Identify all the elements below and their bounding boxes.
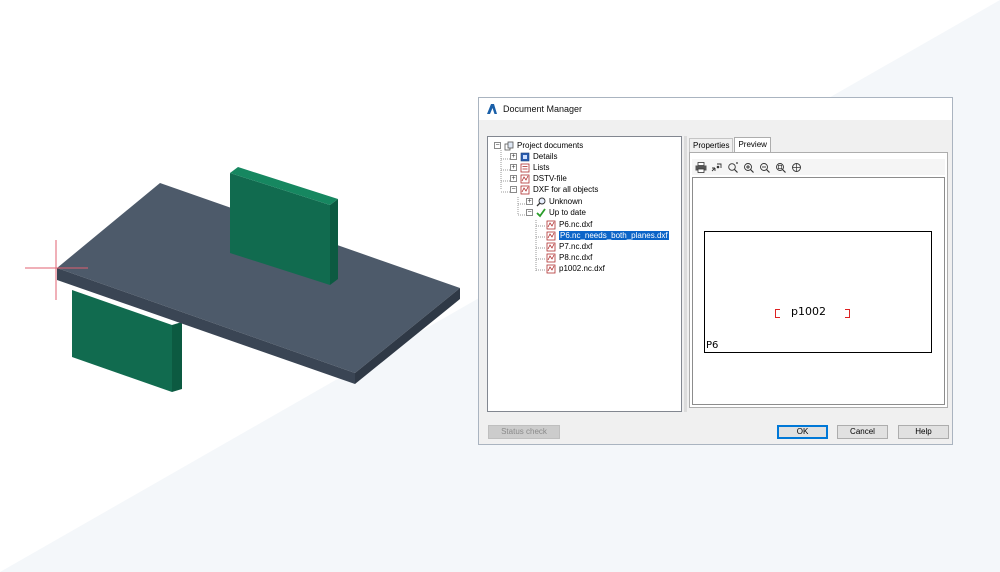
help-button[interactable]: Help: [898, 425, 949, 439]
tree-item-label: Unknown: [549, 197, 583, 206]
dxf-file-icon: [546, 264, 556, 273]
expand-toggle[interactable]: +: [510, 164, 517, 171]
preview-canvas[interactable]: p1002 P6: [692, 177, 945, 405]
tree-item-label: P8.nc.dxf: [559, 253, 593, 262]
tree-item-label: DSTV-file: [533, 174, 567, 183]
dxf-file-icon: [546, 231, 556, 240]
tree-item-p6-nc-needs-both-planes-dxf[interactable]: P6.nc_needs_both_planes.dxf: [546, 230, 669, 241]
zoom-in-button[interactable]: [742, 161, 756, 173]
pan-button[interactable]: [710, 161, 724, 173]
expand-toggle[interactable]: +: [510, 153, 517, 160]
title-bar: Document Manager: [479, 98, 952, 120]
tab-strip: Properties Preview: [689, 137, 772, 152]
tree-item-label: Lists: [533, 163, 550, 172]
magnifier-icon: [536, 197, 546, 206]
preview-toolbar: [692, 159, 945, 175]
details-icon: [520, 152, 530, 161]
dxf-file-icon: [546, 242, 556, 251]
tree-item-label: DXF for all objects: [533, 185, 599, 194]
upper-stiffener-side: [330, 199, 338, 285]
print-icon: [695, 161, 707, 173]
expand-toggle[interactable]: +: [526, 198, 533, 205]
dialog-title: Document Manager: [503, 104, 583, 114]
collapse-toggle[interactable]: −: [526, 209, 533, 216]
lower-stiffener-side: [172, 322, 182, 392]
project-documents-icon: [504, 141, 514, 150]
part-label: p1002: [791, 305, 826, 318]
tree-item-label: Up to date: [549, 208, 586, 217]
tree-item-p7-nc-dxf[interactable]: P7.nc.dxf: [546, 241, 592, 252]
right-bracket-marker: [845, 309, 850, 318]
zoom-out-button[interactable]: [758, 161, 772, 173]
tree-item-label-selected: P6.nc_needs_both_planes.dxf: [559, 231, 669, 240]
collapse-toggle[interactable]: −: [494, 142, 501, 149]
tree-item-label: P6.nc.dxf: [559, 220, 593, 229]
tree-item-unknown[interactable]: + Unknown: [526, 196, 582, 207]
part-drawing-outline: p1002 P6: [704, 231, 932, 353]
tree-item-label: Details: [533, 152, 558, 161]
zoom-out-icon: [760, 162, 770, 173]
tree-item-p6-nc-dxf[interactable]: P6.nc.dxf: [546, 219, 592, 230]
tree-item-dxf-for-all-objects[interactable]: − DXF for all objects: [510, 184, 598, 195]
zoom-realtime-button[interactable]: [726, 161, 740, 173]
pane-splitter[interactable]: [684, 136, 687, 412]
tree-item-lists[interactable]: + Lists: [510, 162, 549, 173]
cad-3d-model: [25, 167, 460, 392]
document-tree[interactable]: − Project documents + Details + Lists + …: [487, 136, 682, 412]
zoom-realtime-icon: [728, 161, 738, 173]
lists-icon: [520, 163, 530, 172]
status-check-button[interactable]: Status check: [488, 425, 560, 439]
checkmark-icon: [536, 207, 546, 217]
dstv-file-icon: [520, 174, 530, 183]
tab-properties[interactable]: Properties: [689, 138, 734, 152]
tree-item-p8-nc-dxf[interactable]: P8.nc.dxf: [546, 252, 592, 263]
corner-label: P6: [706, 340, 719, 351]
expand-toggle[interactable]: +: [510, 175, 517, 182]
zoom-window-icon: [776, 162, 786, 173]
dxf-file-icon: [546, 220, 556, 229]
tree-item-details[interactable]: + Details: [510, 151, 557, 162]
tree-item-label: Project documents: [517, 141, 584, 150]
print-button[interactable]: [694, 161, 708, 173]
dxf-file-icon: [546, 253, 556, 262]
tree-item-p1002-nc-dxf[interactable]: p1002.nc.dxf: [546, 263, 605, 274]
tree-item-project-documents[interactable]: − Project documents: [494, 140, 583, 151]
preview-panel: p1002 P6: [689, 152, 948, 408]
zoom-extents-button[interactable]: [790, 161, 804, 173]
zoom-window-button[interactable]: [774, 161, 788, 173]
tree-item-dstv-file[interactable]: + DSTV-file: [510, 173, 567, 184]
left-bracket-marker: [775, 309, 780, 318]
ok-button[interactable]: OK: [777, 425, 828, 439]
tree-item-label: P7.nc.dxf: [559, 242, 593, 251]
pan-icon: [711, 163, 722, 171]
dxf-icon: [520, 185, 530, 194]
tab-preview[interactable]: Preview: [734, 137, 771, 152]
autocad-logo-icon: [487, 104, 497, 114]
tree-item-up-to-date[interactable]: − Up to date: [526, 207, 586, 218]
zoom-in-icon: [744, 162, 754, 173]
document-manager-dialog: Document Manager − Project documents + D…: [478, 97, 953, 445]
tree-item-label: p1002.nc.dxf: [559, 264, 605, 273]
zoom-extents-icon: [792, 162, 801, 172]
collapse-toggle[interactable]: −: [510, 186, 517, 193]
cancel-button[interactable]: Cancel: [837, 425, 888, 439]
